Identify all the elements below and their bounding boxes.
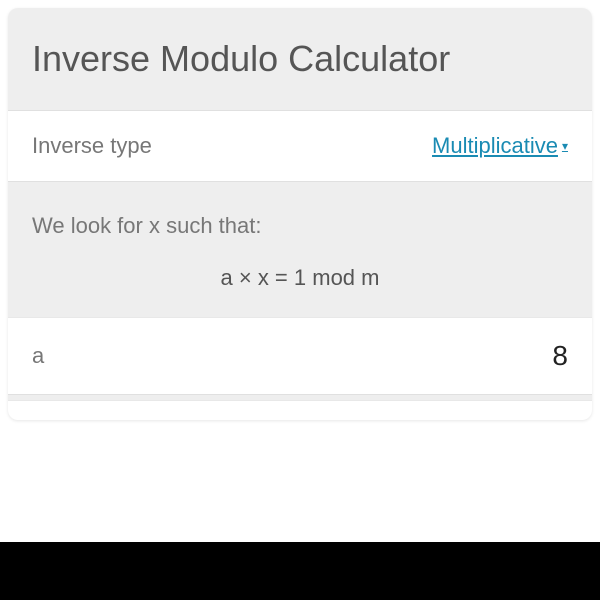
input-a-row[interactable]: a 8 [8, 317, 592, 394]
chevron-down-icon: ▾ [562, 139, 568, 153]
formula-text: a × x = 1 mod m [32, 265, 568, 291]
description-section: We look for x such that: a × x = 1 mod m [8, 187, 592, 317]
input-a-label: a [32, 343, 44, 369]
inverse-type-dropdown[interactable]: Multiplicative ▾ [432, 133, 568, 159]
calculator-title: Inverse Modulo Calculator [8, 8, 592, 111]
inverse-type-row: Inverse type Multiplicative ▾ [8, 111, 592, 181]
inverse-type-value: Multiplicative [432, 133, 558, 159]
bottom-bar [0, 542, 600, 600]
partial-row [8, 400, 592, 420]
calculator-panel: Inverse Modulo Calculator Inverse type M… [8, 8, 592, 420]
input-a-value: 8 [552, 340, 568, 372]
description-text: We look for x such that: [32, 213, 568, 239]
inverse-type-label: Inverse type [32, 133, 152, 159]
